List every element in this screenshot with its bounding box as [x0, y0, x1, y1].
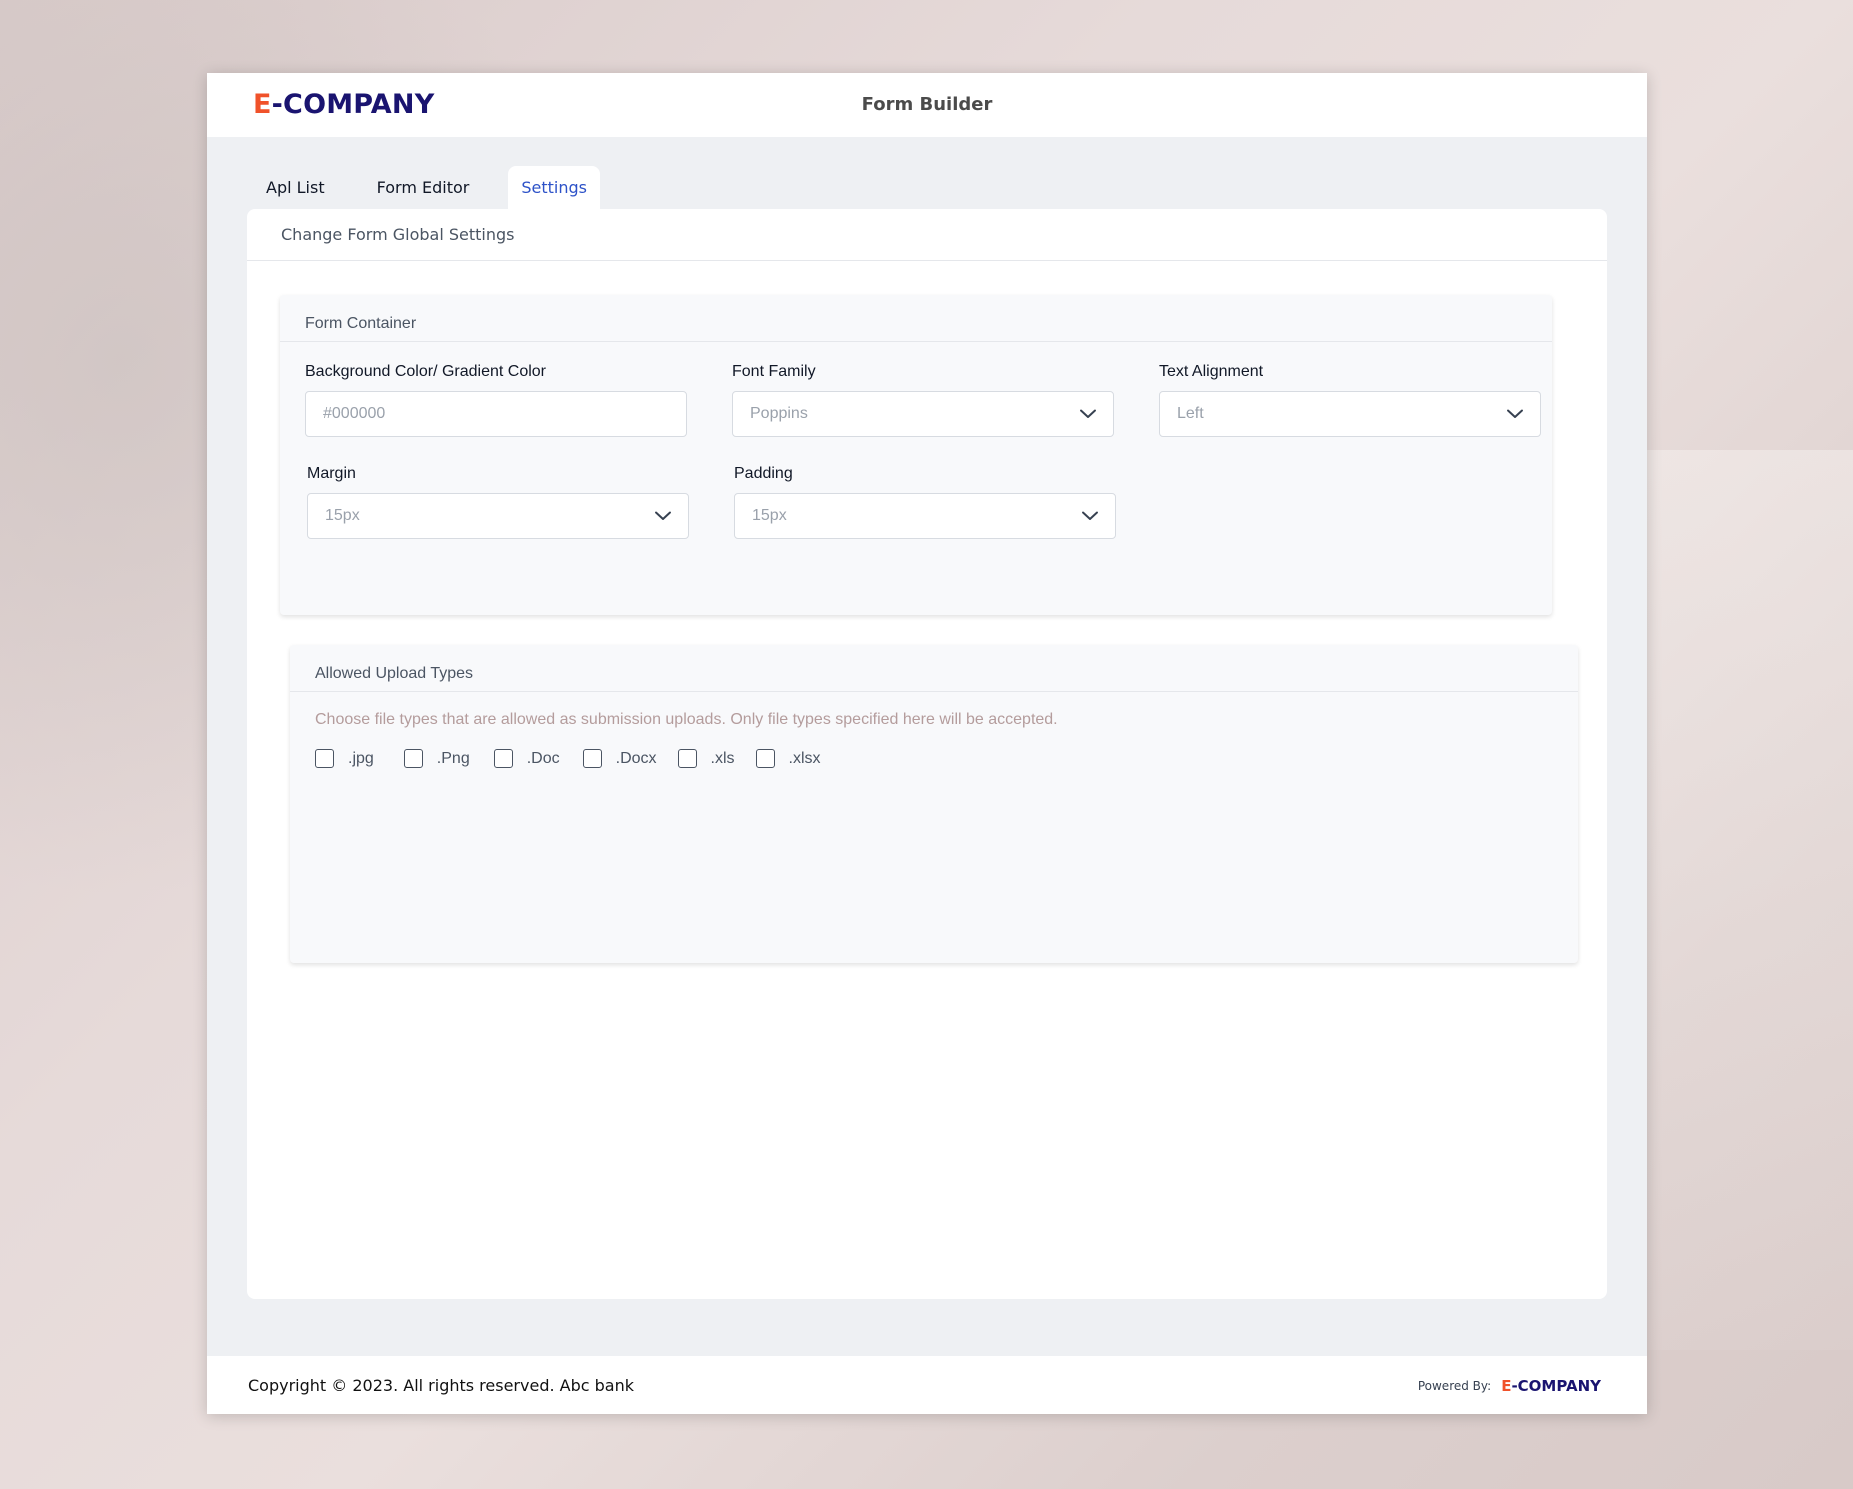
logo-text: -COMPANY	[1511, 1377, 1601, 1395]
text-alignment-field: Text Alignment Left	[1159, 363, 1541, 437]
settings-card: Change Form Global Settings Form Contain…	[247, 209, 1607, 1299]
checkbox-jpg[interactable]: .jpg	[315, 749, 374, 768]
footer: Copyright © 2023. All rights reserved. A…	[207, 1356, 1647, 1414]
checkbox-box[interactable]	[677, 749, 697, 768]
checkbox-xls[interactable]: .xls	[677, 749, 735, 768]
tab-settings[interactable]: Settings	[508, 166, 600, 209]
background-color-input[interactable]: #000000	[305, 391, 687, 437]
powered-by: Powered By: E-COMPANY	[1418, 1377, 1601, 1395]
card-header: Change Form Global Settings	[247, 209, 1607, 261]
tab-form-editor[interactable]: Form Editor	[364, 166, 483, 209]
field-label: Padding	[734, 465, 793, 482]
select-value: Poppins	[750, 405, 808, 422]
checkbox-png[interactable]: .Png	[403, 749, 470, 768]
upload-types-hint: Choose file types that are allowed as su…	[315, 711, 1058, 728]
checkbox-xlsx[interactable]: .xlsx	[755, 749, 821, 768]
checkbox-box[interactable]	[755, 749, 775, 768]
margin-field: Margin 15px	[307, 465, 689, 539]
padding-field: Padding 15px	[734, 465, 1116, 539]
chevron-down-icon	[654, 509, 672, 523]
file-type-checkboxes: .jpg .Png .Doc .Docx .xls .xlsx	[315, 749, 821, 768]
chevron-down-icon	[1079, 407, 1097, 421]
checkbox-label: .Docx	[615, 749, 657, 767]
form-container-section: Form Container Background Color/ Gradien…	[280, 295, 1552, 615]
field-label: Text Alignment	[1159, 363, 1264, 380]
checkbox-box[interactable]	[582, 749, 602, 768]
tab-api-list[interactable]: Apl List	[253, 166, 338, 209]
top-bar: E-COMPANY Form Builder	[207, 73, 1647, 137]
font-family-select[interactable]: Poppins	[732, 391, 1114, 437]
text-alignment-select[interactable]: Left	[1159, 391, 1541, 437]
field-label: Background Color/ Gradient Color	[305, 363, 547, 380]
padding-select[interactable]: 15px	[734, 493, 1116, 539]
checkbox-label: .xlsx	[788, 749, 821, 767]
background-color-field: Background Color/ Gradient Color #000000	[305, 363, 687, 437]
tab-bar: Apl List Form Editor Settings	[253, 166, 600, 209]
checkbox-box[interactable]	[315, 749, 334, 768]
section-title: Form Container	[280, 295, 1552, 342]
font-family-field: Font Family Poppins	[732, 363, 1114, 437]
upload-types-section: Allowed Upload Types Choose file types t…	[290, 645, 1578, 963]
checkbox-box[interactable]	[493, 749, 513, 768]
app-window: E-COMPANY Form Builder Apl List Form Edi…	[207, 73, 1647, 1414]
select-value: 15px	[325, 507, 360, 524]
checkbox-label: .Png	[436, 749, 470, 767]
chevron-down-icon	[1506, 407, 1524, 421]
chevron-down-icon	[1081, 509, 1099, 523]
powered-by-label: Powered By:	[1417, 1379, 1492, 1393]
field-label: Font Family	[732, 363, 816, 380]
section-title: Allowed Upload Types	[290, 645, 1578, 692]
checkbox-box[interactable]	[403, 749, 423, 768]
margin-select[interactable]: 15px	[307, 493, 689, 539]
page-title: Form Builder	[861, 94, 993, 115]
checkbox-label: .xls	[710, 749, 735, 767]
field-label: Margin	[307, 465, 356, 482]
checkbox-docx[interactable]: .Docx	[582, 749, 657, 768]
copyright-text: Copyright © 2023. All rights reserved. A…	[248, 1376, 634, 1395]
select-value: Left	[1177, 405, 1204, 422]
select-value: 15px	[752, 507, 787, 524]
logo-prefix: E	[1501, 1377, 1512, 1395]
checkbox-label: .jpg	[348, 749, 374, 767]
checkbox-doc[interactable]: .Doc	[493, 749, 560, 768]
footer-logo: E-COMPANY	[1501, 1377, 1601, 1395]
checkbox-label: .Doc	[526, 749, 560, 767]
